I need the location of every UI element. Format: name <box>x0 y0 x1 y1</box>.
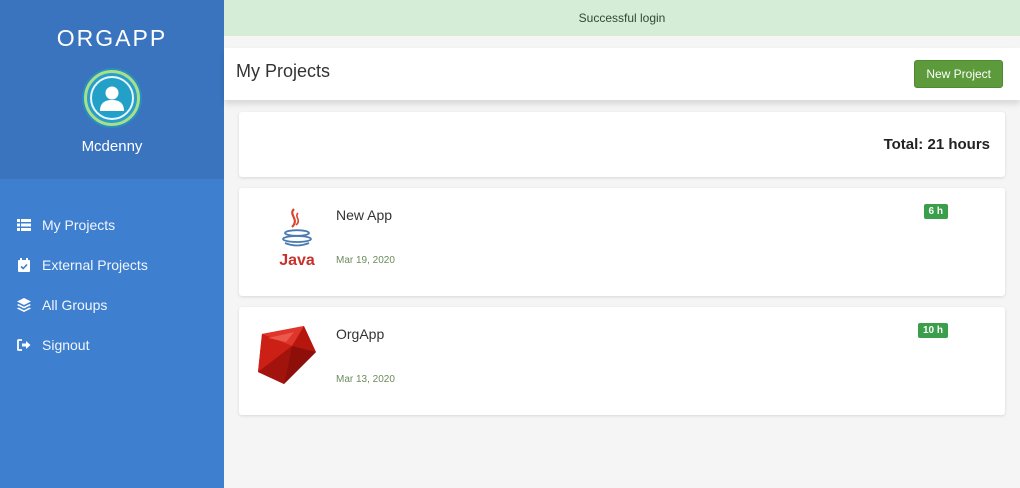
sidebar-item-label: All Groups <box>42 297 108 313</box>
brand-title: ORGAPP <box>56 25 168 51</box>
sidebar-item-my-projects[interactable]: My Projects <box>0 205 224 245</box>
user-icon <box>90 76 134 120</box>
hours-badge: 6 h <box>923 204 948 219</box>
username: Mcdenny <box>81 138 143 155</box>
project-date: Mar 19, 2020 <box>336 255 395 266</box>
sidebar-item-label: External Projects <box>42 257 148 273</box>
calendar-check-icon <box>16 257 32 273</box>
new-project-button[interactable]: New Project <box>914 60 1003 88</box>
flash-message: Successful login <box>224 0 1020 36</box>
main-content: Successful login My Projects New Project… <box>224 0 1020 488</box>
page-title: My Projects <box>236 60 331 81</box>
app-root: ORGAPP Mcdenny My Projects External Proj… <box>0 0 1020 488</box>
total-hours: Total: 21 hours <box>883 136 990 153</box>
project-card[interactable]: Java New App Mar 19, 2020 6 h <box>239 188 1005 296</box>
list-icon <box>16 217 32 233</box>
page-header: My Projects New Project <box>224 48 1020 100</box>
sidebar-item-label: Signout <box>42 337 90 353</box>
layers-icon <box>16 297 32 313</box>
sidebar: ORGAPP Mcdenny My Projects External Proj… <box>0 0 224 488</box>
signout-icon <box>16 337 32 353</box>
sidebar-item-signout[interactable]: Signout <box>0 325 224 365</box>
avatar <box>84 70 140 126</box>
project-card[interactable]: OrgApp Mar 13, 2020 10 h <box>239 307 1005 415</box>
project-name[interactable]: OrgApp <box>336 326 384 342</box>
sidebar-item-all-groups[interactable]: All Groups <box>0 285 224 325</box>
sidebar-item-external-projects[interactable]: External Projects <box>0 245 224 285</box>
hours-badge: 10 h <box>917 323 948 338</box>
total-hours-card: Total: 21 hours <box>239 112 1005 177</box>
project-date: Mar 13, 2020 <box>336 374 395 385</box>
sidebar-nav: My Projects External Projects All Groups… <box>0 179 224 365</box>
java-logo-text: Java <box>279 252 315 269</box>
ruby-logo <box>254 322 320 390</box>
project-name[interactable]: New App <box>336 207 392 223</box>
sidebar-profile: ORGAPP Mcdenny <box>0 0 224 179</box>
java-logo: Java <box>254 203 320 271</box>
sidebar-item-label: My Projects <box>42 217 116 233</box>
